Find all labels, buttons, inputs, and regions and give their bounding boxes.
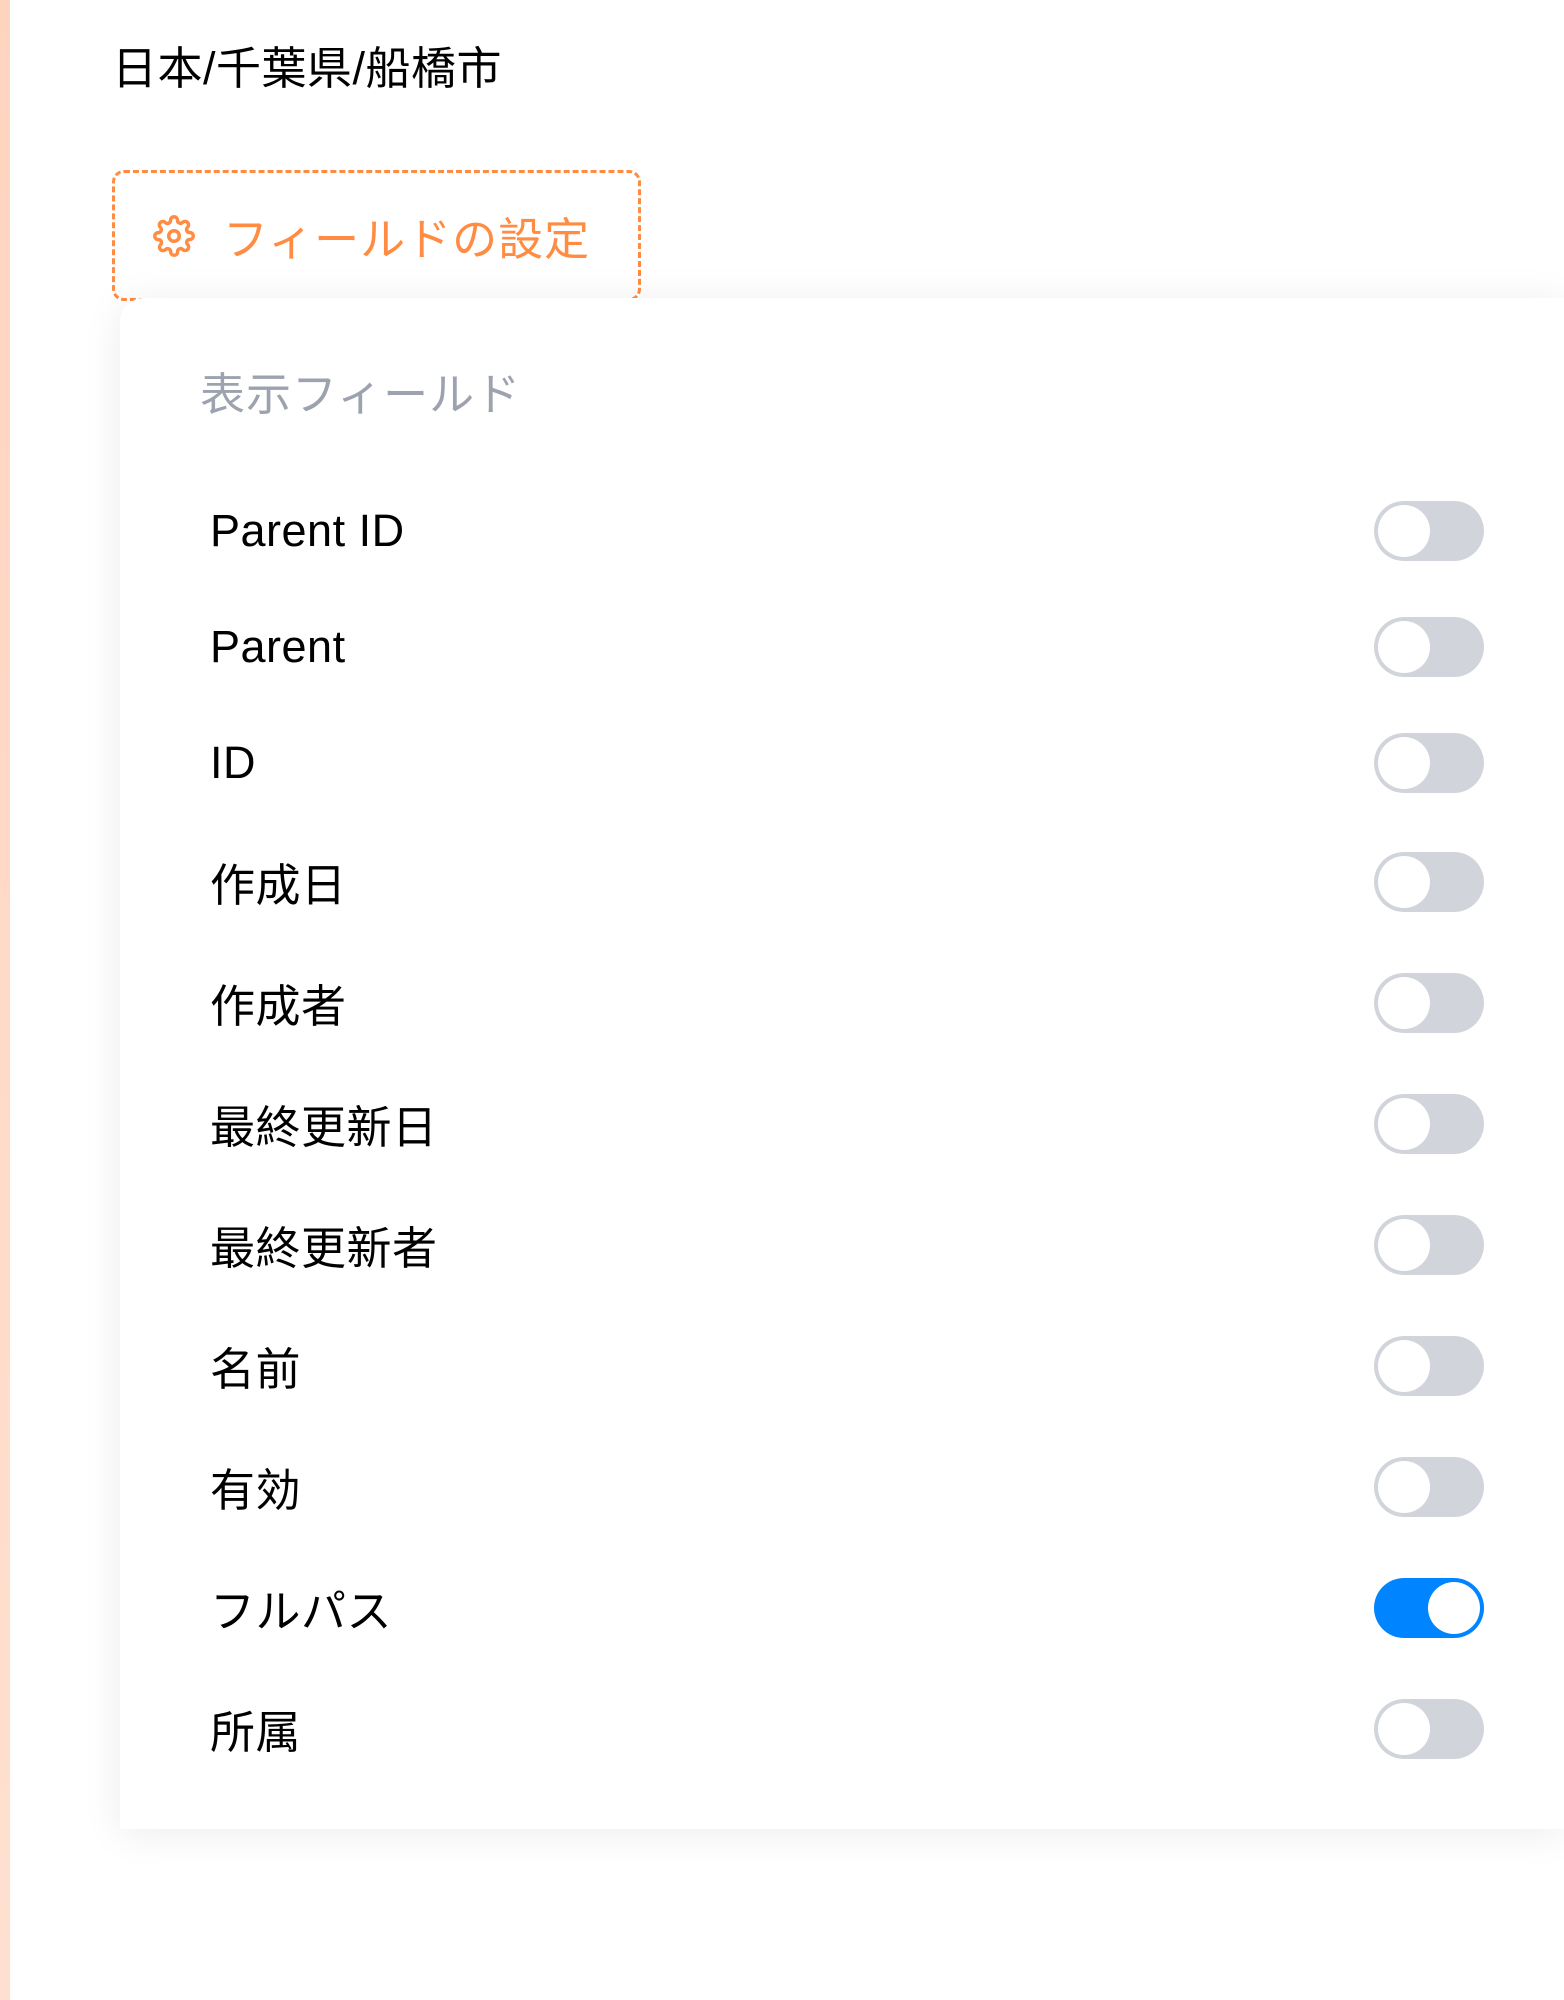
toggle-knob [1378,1098,1430,1150]
toggle-knob [1378,977,1430,1029]
field-label: 有効 [210,1454,301,1519]
toggle-knob [1378,1219,1430,1271]
field-row: 作成日 [120,821,1564,942]
field-row: ID [120,705,1564,821]
field-label: ID [210,737,256,789]
field-row: 作成者 [120,942,1564,1063]
panel-header: 表示フィールド [120,358,1564,423]
field-settings-button[interactable]: フィールドの設定 [112,170,641,301]
field-label: 作成者 [210,970,347,1035]
field-row: 最終更新者 [120,1184,1564,1305]
field-row: 有効 [120,1426,1564,1547]
toggle-knob [1378,1461,1430,1513]
toggle-knob [1378,505,1430,557]
field-row: フルパス [120,1547,1564,1668]
field-label: Parent [210,621,346,673]
field-toggle[interactable] [1374,1094,1484,1154]
toggle-knob [1428,1582,1480,1634]
left-accent-bar [0,0,10,2000]
field-label: 最終更新者 [210,1212,438,1277]
field-label: フルパス [210,1575,392,1640]
fields-container: Parent ID Parent ID 作成日作成者最終更新日最終更新者名前有効フルパ… [120,473,1564,1789]
field-toggle[interactable] [1374,1215,1484,1275]
field-toggle[interactable] [1374,1699,1484,1759]
field-label: Parent ID [210,505,405,557]
field-row: 最終更新日 [120,1063,1564,1184]
toggle-knob [1378,1340,1430,1392]
field-toggle[interactable] [1374,1457,1484,1517]
breadcrumb: 日本/千葉県/船橋市 [112,32,502,97]
field-label: 所属 [210,1696,301,1761]
field-toggle[interactable] [1374,617,1484,677]
field-toggle[interactable] [1374,501,1484,561]
toggle-knob [1378,737,1430,789]
field-settings-label: フィールドの設定 [223,203,590,268]
toggle-knob [1378,856,1430,908]
field-label: 名前 [210,1333,301,1398]
field-row: Parent ID [120,473,1564,589]
field-toggle[interactable] [1374,733,1484,793]
field-toggle[interactable] [1374,852,1484,912]
gear-icon [153,215,195,257]
field-toggle[interactable] [1374,1336,1484,1396]
field-label: 最終更新日 [210,1091,438,1156]
field-row: 名前 [120,1305,1564,1426]
toggle-knob [1378,1703,1430,1755]
field-settings-panel: 表示フィールド Parent ID Parent ID 作成日作成者最終更新日最終更新… [120,298,1564,1829]
field-toggle[interactable] [1374,1578,1484,1638]
field-label: 作成日 [210,849,347,914]
field-toggle[interactable] [1374,973,1484,1033]
toggle-knob [1378,621,1430,673]
field-row: Parent [120,589,1564,705]
field-row: 所属 [120,1668,1564,1789]
